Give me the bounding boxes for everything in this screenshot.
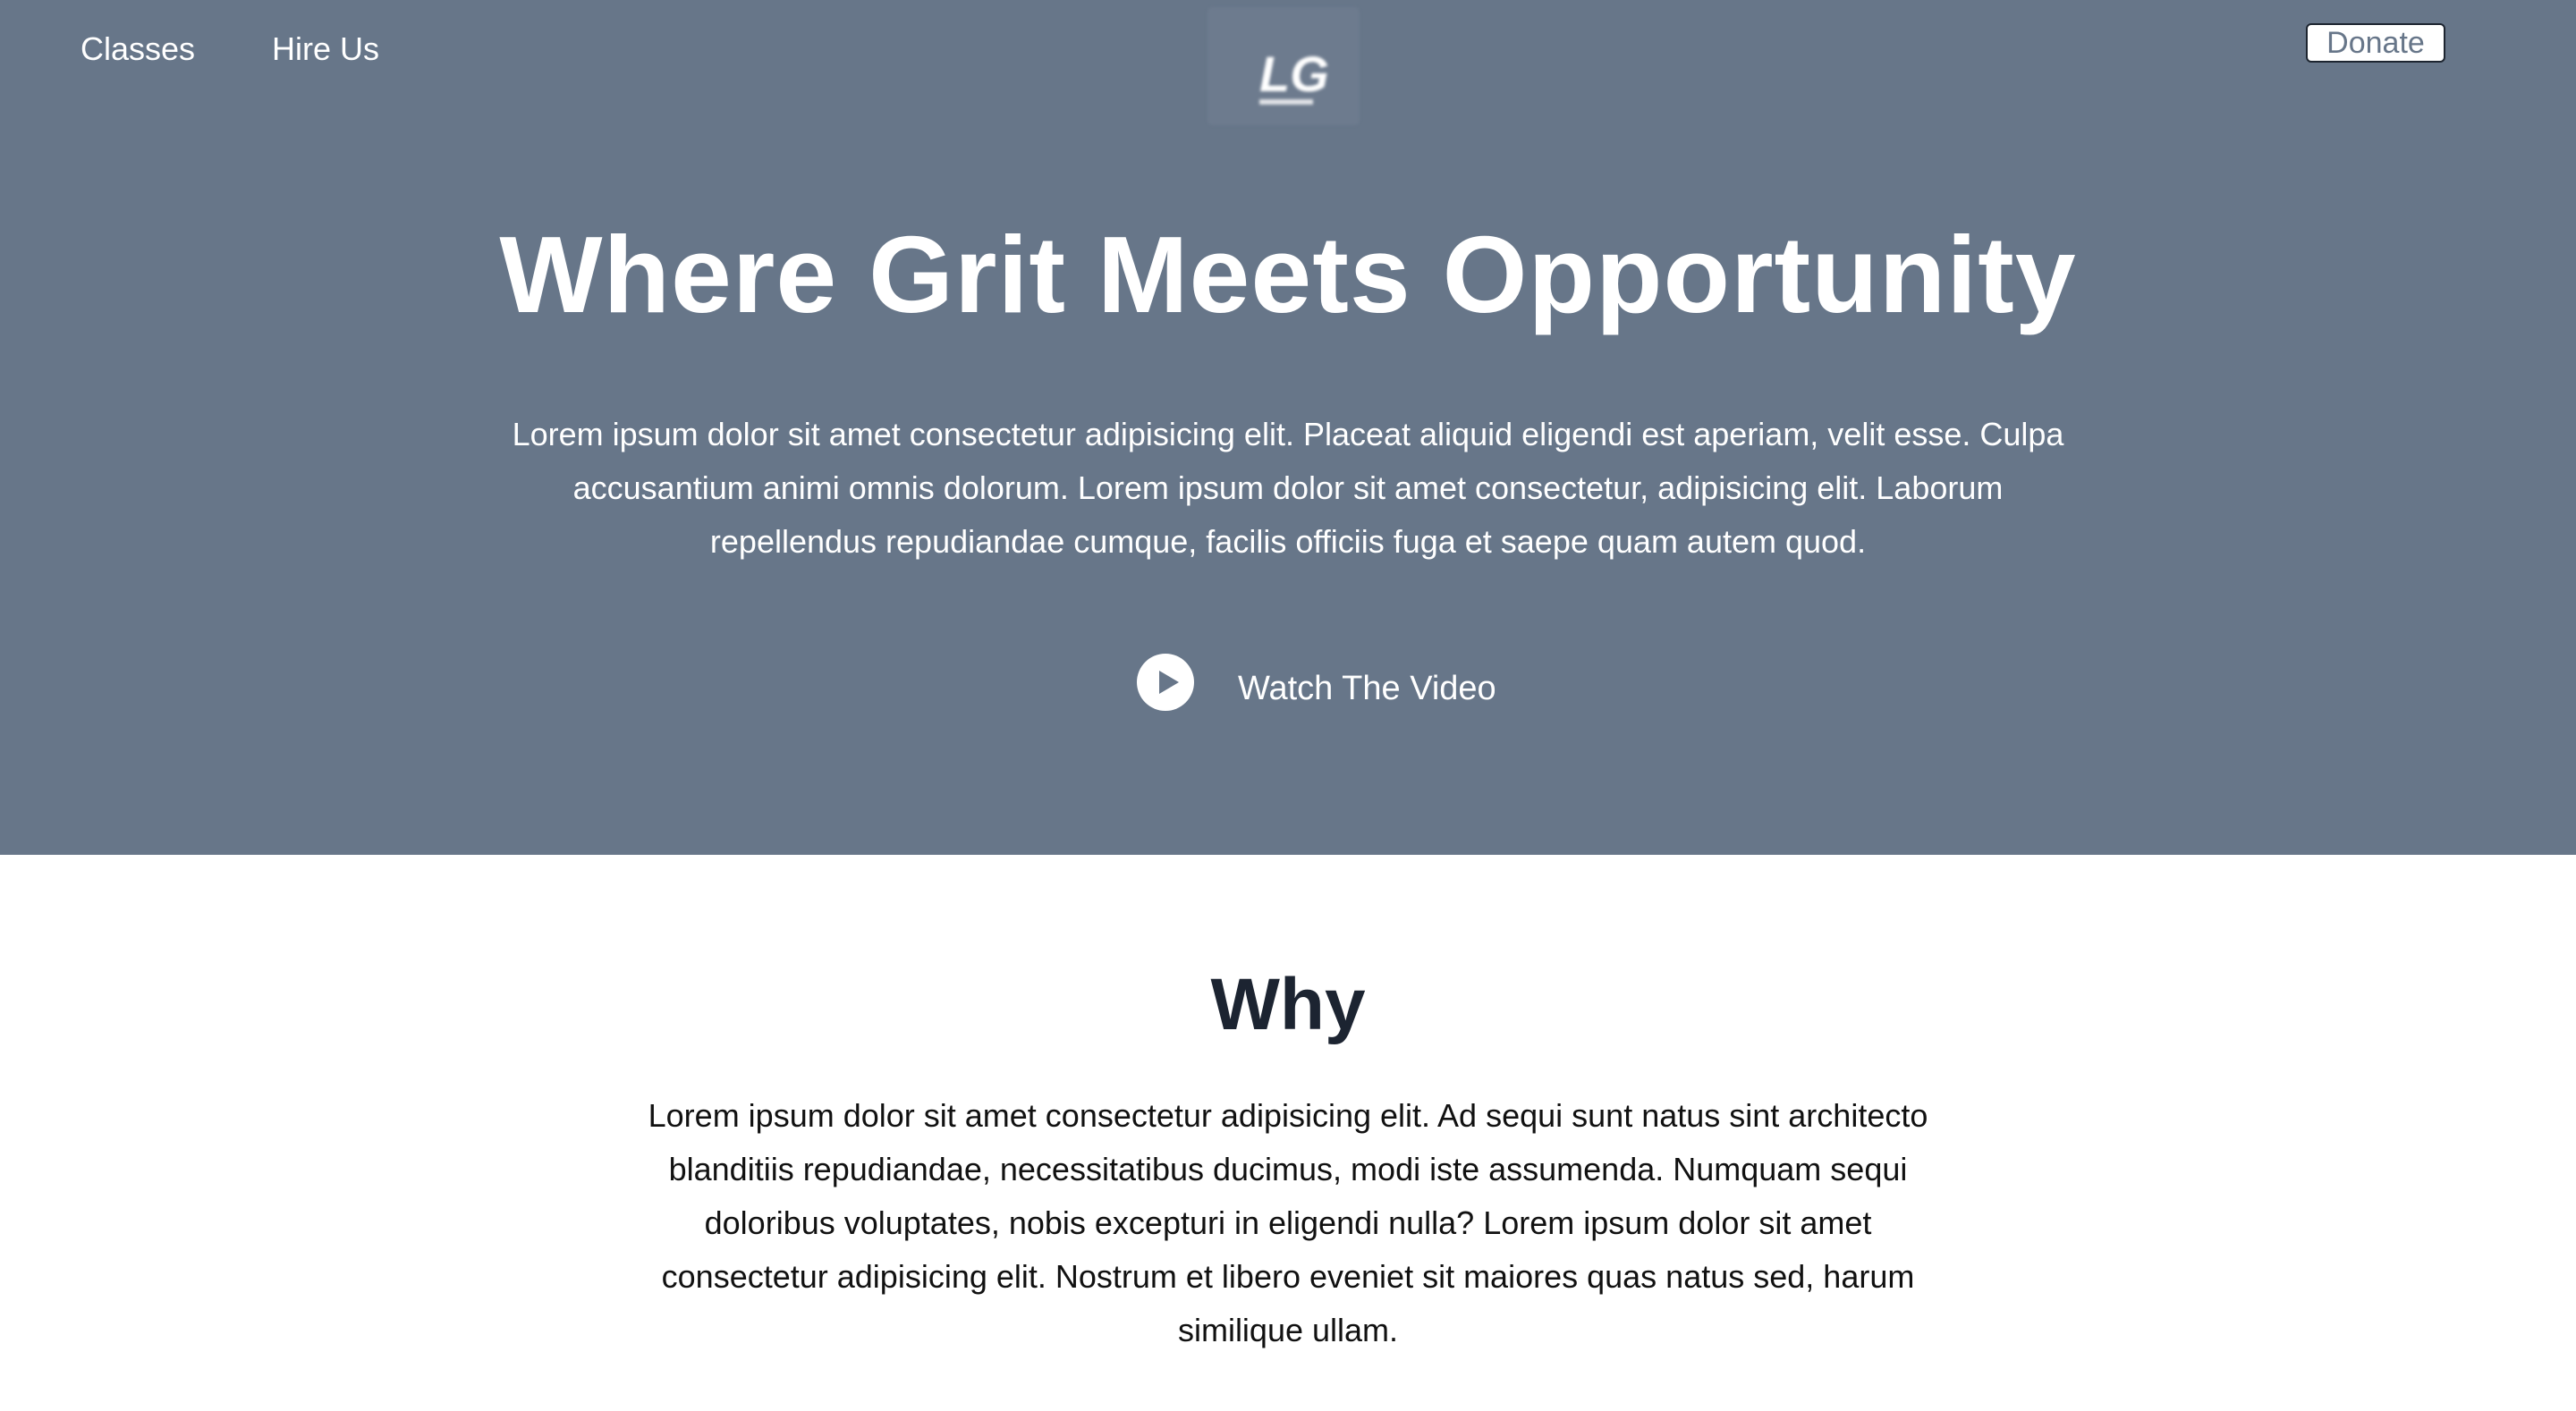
logo-text: LG <box>1259 46 1329 102</box>
why-description: Lorem ipsum dolor sit amet consectetur a… <box>648 1097 1928 1348</box>
logo-underline <box>1259 99 1313 105</box>
hero-section: Classes Hire Us LG Donate Where Grit Mee… <box>0 0 2576 855</box>
donate-button[interactable]: Donate <box>2306 23 2445 63</box>
logo[interactable]: LG <box>1208 7 1360 125</box>
why-title: Why <box>1210 964 1366 1045</box>
nav-link-hire-us[interactable]: Hire Us <box>272 29 379 70</box>
nav-link-classes[interactable]: Classes <box>80 29 195 70</box>
logo-mark-icon: LG <box>1259 46 1329 105</box>
hero-description: Lorem ipsum dolor sit amet consectetur a… <box>512 416 2064 560</box>
watch-video-button[interactable]: Watch The Video <box>1136 653 1496 712</box>
hero-title: Where Grit Meets Opportunity <box>499 214 2077 335</box>
watch-video-label[interactable]: Watch The Video <box>1238 668 1496 709</box>
play-icon[interactable] <box>1136 653 1195 712</box>
